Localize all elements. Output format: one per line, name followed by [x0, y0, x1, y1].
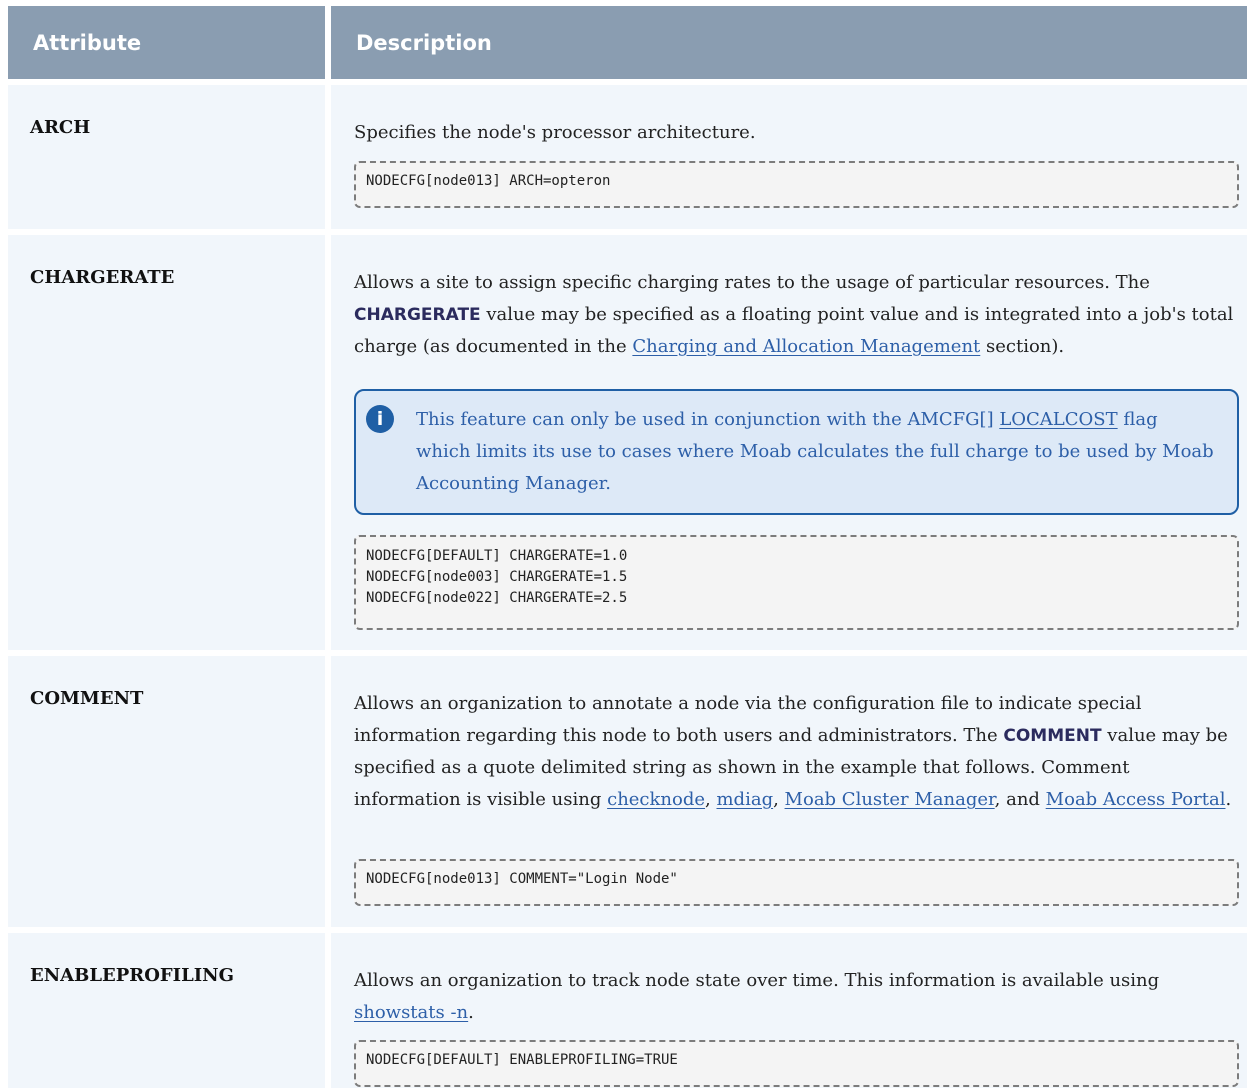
- description-cell: Allows an organization to annotate a nod…: [331, 656, 1247, 927]
- description-text: Allows an organization to annotate a nod…: [354, 693, 1232, 810]
- attribute-name: ARCH: [8, 85, 325, 229]
- description-text: Allows an organization to track node sta…: [354, 970, 1160, 1023]
- attribute-name: CHARGERATE: [8, 235, 325, 650]
- code-block: NODECFG[DEFAULT] ENABLEPROFILING=TRUE: [354, 1040, 1239, 1087]
- header-description: Description: [331, 6, 1247, 79]
- mdiag-link[interactable]: mdiag: [716, 789, 773, 810]
- code-block: NODECFG[node013] ARCH=opteron: [354, 161, 1239, 208]
- showstats-link[interactable]: showstats -n: [354, 1002, 468, 1023]
- table-row-arch: ARCH Specifies the node's processor arch…: [8, 85, 1247, 229]
- code-block: NODECFG[DEFAULT] CHARGERATE=1.0 NODECFG[…: [354, 535, 1239, 630]
- charging-allocation-link[interactable]: Charging and Allocation Management: [632, 336, 980, 357]
- note-box: i This feature can only be used in conju…: [354, 389, 1239, 515]
- header-attribute: Attribute: [8, 6, 325, 79]
- table-row-comment: COMMENT Allows an organization to annota…: [8, 656, 1247, 927]
- attribute-table: Attribute Description ARCH Specifies the…: [8, 6, 1247, 1088]
- info-icon: i: [366, 405, 394, 433]
- checknode-link[interactable]: checknode: [607, 789, 705, 810]
- moab-access-portal-link[interactable]: Moab Access Portal: [1046, 789, 1226, 810]
- code-block: NODECFG[node013] COMMENT="Login Node": [354, 859, 1239, 906]
- description-text: Allows a site to assign specific chargin…: [354, 272, 1234, 357]
- description-cell: Allows a site to assign specific chargin…: [331, 235, 1247, 650]
- moab-cluster-manager-link[interactable]: Moab Cluster Manager: [785, 789, 995, 810]
- localcost-link[interactable]: LOCALCOST: [999, 409, 1117, 430]
- table-row-enableprofiling: ENABLEPROFILING Allows an organization t…: [8, 933, 1247, 1088]
- attribute-name: ENABLEPROFILING: [8, 933, 325, 1088]
- keyword: CHARGERATE: [354, 305, 481, 325]
- description-cell: Specifies the node's processor architect…: [331, 85, 1247, 229]
- description-text: Specifies the node's processor architect…: [354, 122, 756, 143]
- table-header: Attribute Description: [8, 6, 1247, 79]
- attribute-name: COMMENT: [8, 656, 325, 927]
- table-row-chargerate: CHARGERATE Allows a site to assign speci…: [8, 235, 1247, 650]
- description-cell: Allows an organization to track node sta…: [331, 933, 1247, 1088]
- keyword: COMMENT: [1003, 726, 1102, 746]
